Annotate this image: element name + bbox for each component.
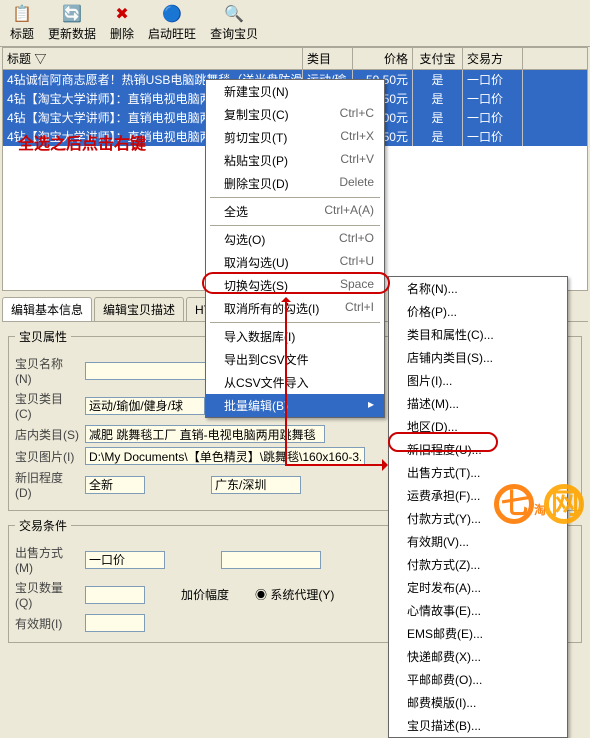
wangwang-icon: 🔵 xyxy=(162,4,182,24)
valid-select[interactable] xyxy=(85,614,145,632)
menu-item[interactable]: 删除宝贝(D)Delete xyxy=(206,172,384,195)
category-select[interactable] xyxy=(85,397,205,415)
menu-item[interactable]: 全选Ctrl+A(A) xyxy=(206,200,384,223)
submenu-item[interactable]: 定时发布(A)... xyxy=(389,576,567,599)
submenu-item[interactable]: 描述(M)... xyxy=(389,392,567,415)
menu-item[interactable]: 剪切宝贝(T)Ctrl+X xyxy=(206,126,384,149)
annotation-hint: 全选之后点击右键 xyxy=(18,130,146,154)
submenu-item[interactable]: 宝贝描述(B)... xyxy=(389,714,567,737)
annotation-arrow-h xyxy=(285,464,385,466)
tb-wangwang[interactable]: 🔵启动旺旺 xyxy=(142,2,202,44)
picture-input[interactable] xyxy=(85,447,365,465)
tab-basic-info[interactable]: 编辑基本信息 xyxy=(2,297,92,321)
menu-item[interactable]: 导出到CSV文件 xyxy=(206,348,384,371)
price-input[interactable] xyxy=(221,551,321,569)
refresh-icon: 🔄 xyxy=(62,4,82,24)
quantity-input[interactable] xyxy=(85,586,145,604)
list-icon: 📋 xyxy=(12,4,32,24)
submenu-item[interactable]: 店铺内类目(S)... xyxy=(389,346,567,369)
tb-delete[interactable]: ✖删除 xyxy=(104,2,140,44)
menu-item[interactable]: 切换勾选(S)Space xyxy=(206,274,384,297)
col-alipay[interactable]: 支付宝 xyxy=(413,48,463,69)
col-title[interactable]: 标题 ▽ xyxy=(3,48,303,69)
watermark: 七淘网 xyxy=(494,477,584,525)
toolbar: 📋标题 🔄更新数据 ✖删除 🔵启动旺旺 🔍查询宝贝 xyxy=(0,0,590,47)
menu-item[interactable]: 取消勾选(U)Ctrl+U xyxy=(206,251,384,274)
condition-select[interactable] xyxy=(85,476,145,494)
submenu-item[interactable]: 平邮邮费(O)... xyxy=(389,668,567,691)
submenu-item[interactable]: 快递邮费(X)... xyxy=(389,645,567,668)
menu-item[interactable]: 复制宝贝(C)Ctrl+C xyxy=(206,103,384,126)
menu-item[interactable]: 批量编辑(B) xyxy=(206,394,384,417)
delete-icon: ✖ xyxy=(112,4,132,24)
label-picture: 宝贝图片(I) xyxy=(15,448,79,465)
label-category: 宝贝类目(C) xyxy=(15,390,79,421)
menu-item[interactable]: 导入数据库(I) xyxy=(206,325,384,348)
search-icon: 🔍 xyxy=(224,4,244,24)
menu-item[interactable]: 从CSV文件导入 xyxy=(206,371,384,394)
submenu-item[interactable]: 名称(N)... xyxy=(389,277,567,300)
label-shopcat: 店内类目(S) xyxy=(15,426,79,443)
menu-item[interactable]: 粘贴宝贝(P)Ctrl+V xyxy=(206,149,384,172)
label-markup: 加价幅度 xyxy=(181,586,229,603)
tb-title[interactable]: 📋标题 xyxy=(4,2,40,44)
submenu-item[interactable]: 价格(P)... xyxy=(389,300,567,323)
col-trade[interactable]: 交易方 xyxy=(463,48,523,69)
submenu-item[interactable]: EMS邮费(E)... xyxy=(389,622,567,645)
label-sale-method: 出售方式(M) xyxy=(15,544,79,575)
menu-item[interactable]: 取消所有的勾选(I)Ctrl+I xyxy=(206,297,384,320)
submenu-item[interactable]: 新旧程度(U)... xyxy=(389,438,567,461)
menu-item[interactable]: 勾选(O)Ctrl+O xyxy=(206,228,384,251)
label-condition: 新旧程度(D) xyxy=(15,469,79,500)
legend-basic: 宝贝属性 xyxy=(15,328,71,345)
submenu-item[interactable]: 地区(D)... xyxy=(389,415,567,438)
label-name: 宝贝名称(N) xyxy=(15,355,79,386)
col-price[interactable]: 价格 xyxy=(353,48,413,69)
submenu-item[interactable]: 有效期(V)... xyxy=(389,530,567,553)
submenu-item[interactable]: 图片(I)... xyxy=(389,369,567,392)
submenu-item[interactable]: 付款方式(Z)... xyxy=(389,553,567,576)
context-menu: 新建宝贝(N)复制宝贝(C)Ctrl+C剪切宝贝(T)Ctrl+X粘贴宝贝(P)… xyxy=(205,79,385,418)
tb-refresh[interactable]: 🔄更新数据 xyxy=(42,2,102,44)
submenu-item[interactable]: 邮费模版(I)... xyxy=(389,691,567,714)
col-category[interactable]: 类目 xyxy=(303,48,353,69)
tb-search[interactable]: 🔍查询宝贝 xyxy=(204,2,264,44)
shopcat-input[interactable] xyxy=(85,425,325,443)
annotation-arrow-head xyxy=(382,459,394,471)
label-quantity: 宝贝数量(Q) xyxy=(15,579,79,610)
submenu-item[interactable]: 心情故事(E)... xyxy=(389,599,567,622)
legend-trade: 交易条件 xyxy=(15,517,71,534)
city-select[interactable] xyxy=(211,476,301,494)
radio-proxy[interactable]: ◉ 系统代理(Y) xyxy=(255,586,334,603)
submenu-item[interactable]: 类目和属性(C)... xyxy=(389,323,567,346)
tab-description[interactable]: 编辑宝贝描述 xyxy=(94,297,184,321)
grid-header: 标题 ▽ 类目 价格 支付宝 交易方 xyxy=(3,48,587,70)
label-valid: 有效期(I) xyxy=(15,615,79,632)
menu-item[interactable]: 新建宝贝(N) xyxy=(206,80,384,103)
sale-method-select[interactable] xyxy=(85,551,165,569)
